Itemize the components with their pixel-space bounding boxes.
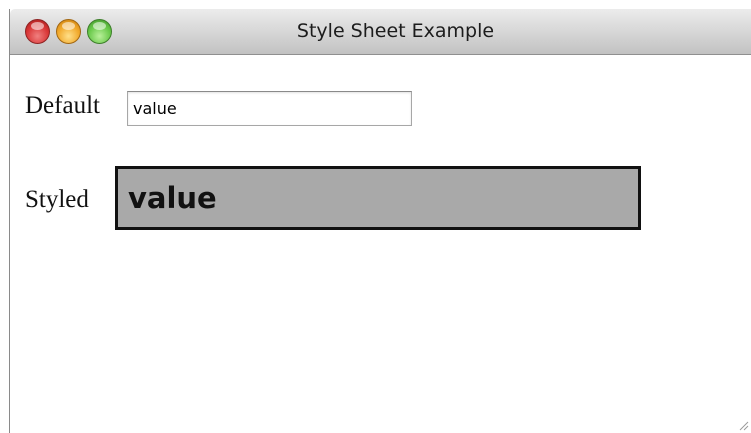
window-title: Style Sheet Example bbox=[296, 20, 495, 42]
styled-label: Styled bbox=[25, 186, 89, 213]
window-content: Default Styled bbox=[10, 55, 751, 433]
default-label: Default bbox=[25, 92, 100, 119]
app-window: Style Sheet Example Default Styled bbox=[9, 9, 751, 433]
title-bar[interactable]: Style Sheet Example bbox=[10, 9, 751, 55]
styled-input[interactable] bbox=[115, 166, 641, 230]
default-input[interactable] bbox=[127, 91, 412, 126]
resize-grip-icon[interactable] bbox=[737, 419, 749, 431]
